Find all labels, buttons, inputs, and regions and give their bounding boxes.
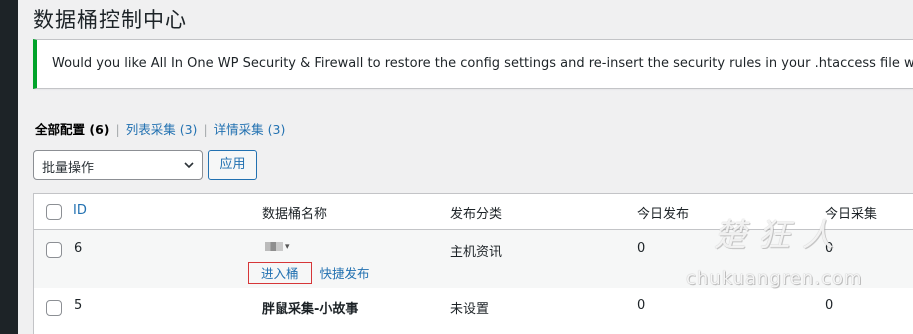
filter-list-label: 列表采集 xyxy=(125,122,176,137)
row-actions: 进入桶 快捷发布 xyxy=(248,262,370,284)
table-header: ID 数据桶名称 发布分类 今日发布 今日采集 xyxy=(34,194,913,230)
enter-bucket-link[interactable]: 进入桶 xyxy=(248,262,312,284)
filter-all-count: (6) xyxy=(89,122,110,137)
row-name[interactable]: ▾ xyxy=(265,239,290,254)
caret-down-icon: ▾ xyxy=(285,241,290,252)
row-checkbox[interactable] xyxy=(46,300,62,316)
filter-links: 全部配置 (6) | 列表采集 (3) | 详情采集 (3) xyxy=(35,119,285,138)
column-id[interactable]: ID xyxy=(73,203,87,218)
filter-all[interactable]: 全部配置 (6) xyxy=(35,122,110,137)
filter-all-label: 全部配置 xyxy=(35,122,86,137)
admin-sidebar-edge xyxy=(0,0,18,334)
filter-list-count: (3) xyxy=(179,122,198,137)
bulk-action-value: 批量操作 xyxy=(42,161,95,176)
page-title: 数据桶控制中心 xyxy=(33,8,187,32)
column-category: 发布分类 xyxy=(450,207,503,222)
column-today-collect: 今日采集 xyxy=(825,207,878,222)
row-today-collect: 0 xyxy=(825,241,834,256)
bulk-action-select[interactable]: 批量操作 xyxy=(33,150,203,180)
quick-publish-link[interactable]: 快捷发布 xyxy=(320,266,370,281)
row-today-publish: 0 xyxy=(637,241,646,256)
row-category: 未设置 xyxy=(450,302,490,317)
select-all-checkbox[interactable] xyxy=(46,204,62,220)
row-category: 主机资讯 xyxy=(450,245,503,260)
row-id: 5 xyxy=(74,298,83,313)
filter-detail[interactable]: 详情采集 (3) xyxy=(214,122,286,137)
apply-button[interactable]: 应用 xyxy=(208,150,257,180)
table-row: 6 ▾ 主机资讯 0 0 进入桶 快捷发布 xyxy=(34,230,913,288)
bucket-table: ID 数据桶名称 发布分类 今日发布 今日采集 6 ▾ 主机资讯 0 0 进入桶… xyxy=(33,193,913,334)
column-today-publish: 今日发布 xyxy=(637,207,690,222)
chevron-down-icon xyxy=(184,162,194,169)
security-notice: Would you like All In One WP Security & … xyxy=(33,39,913,89)
filter-separator: | xyxy=(115,122,120,137)
filter-separator: | xyxy=(203,122,208,137)
row-today-collect: 0 xyxy=(825,298,834,313)
row-checkbox[interactable] xyxy=(46,242,62,258)
notice-text: Would you like All In One WP Security & … xyxy=(52,56,913,71)
row-id: 6 xyxy=(74,241,83,256)
redacted-name xyxy=(265,242,283,251)
filter-detail-label: 详情采集 xyxy=(213,122,264,137)
table-row: 5 胖鼠采集-小故事 未设置 0 0 xyxy=(34,288,913,334)
row-name[interactable]: 胖鼠采集-小故事 xyxy=(262,298,358,317)
filter-list[interactable]: 列表采集 (3) xyxy=(126,122,198,137)
filter-detail-count: (3) xyxy=(267,122,286,137)
row-today-publish: 0 xyxy=(637,298,646,313)
column-name: 数据桶名称 xyxy=(262,207,328,222)
